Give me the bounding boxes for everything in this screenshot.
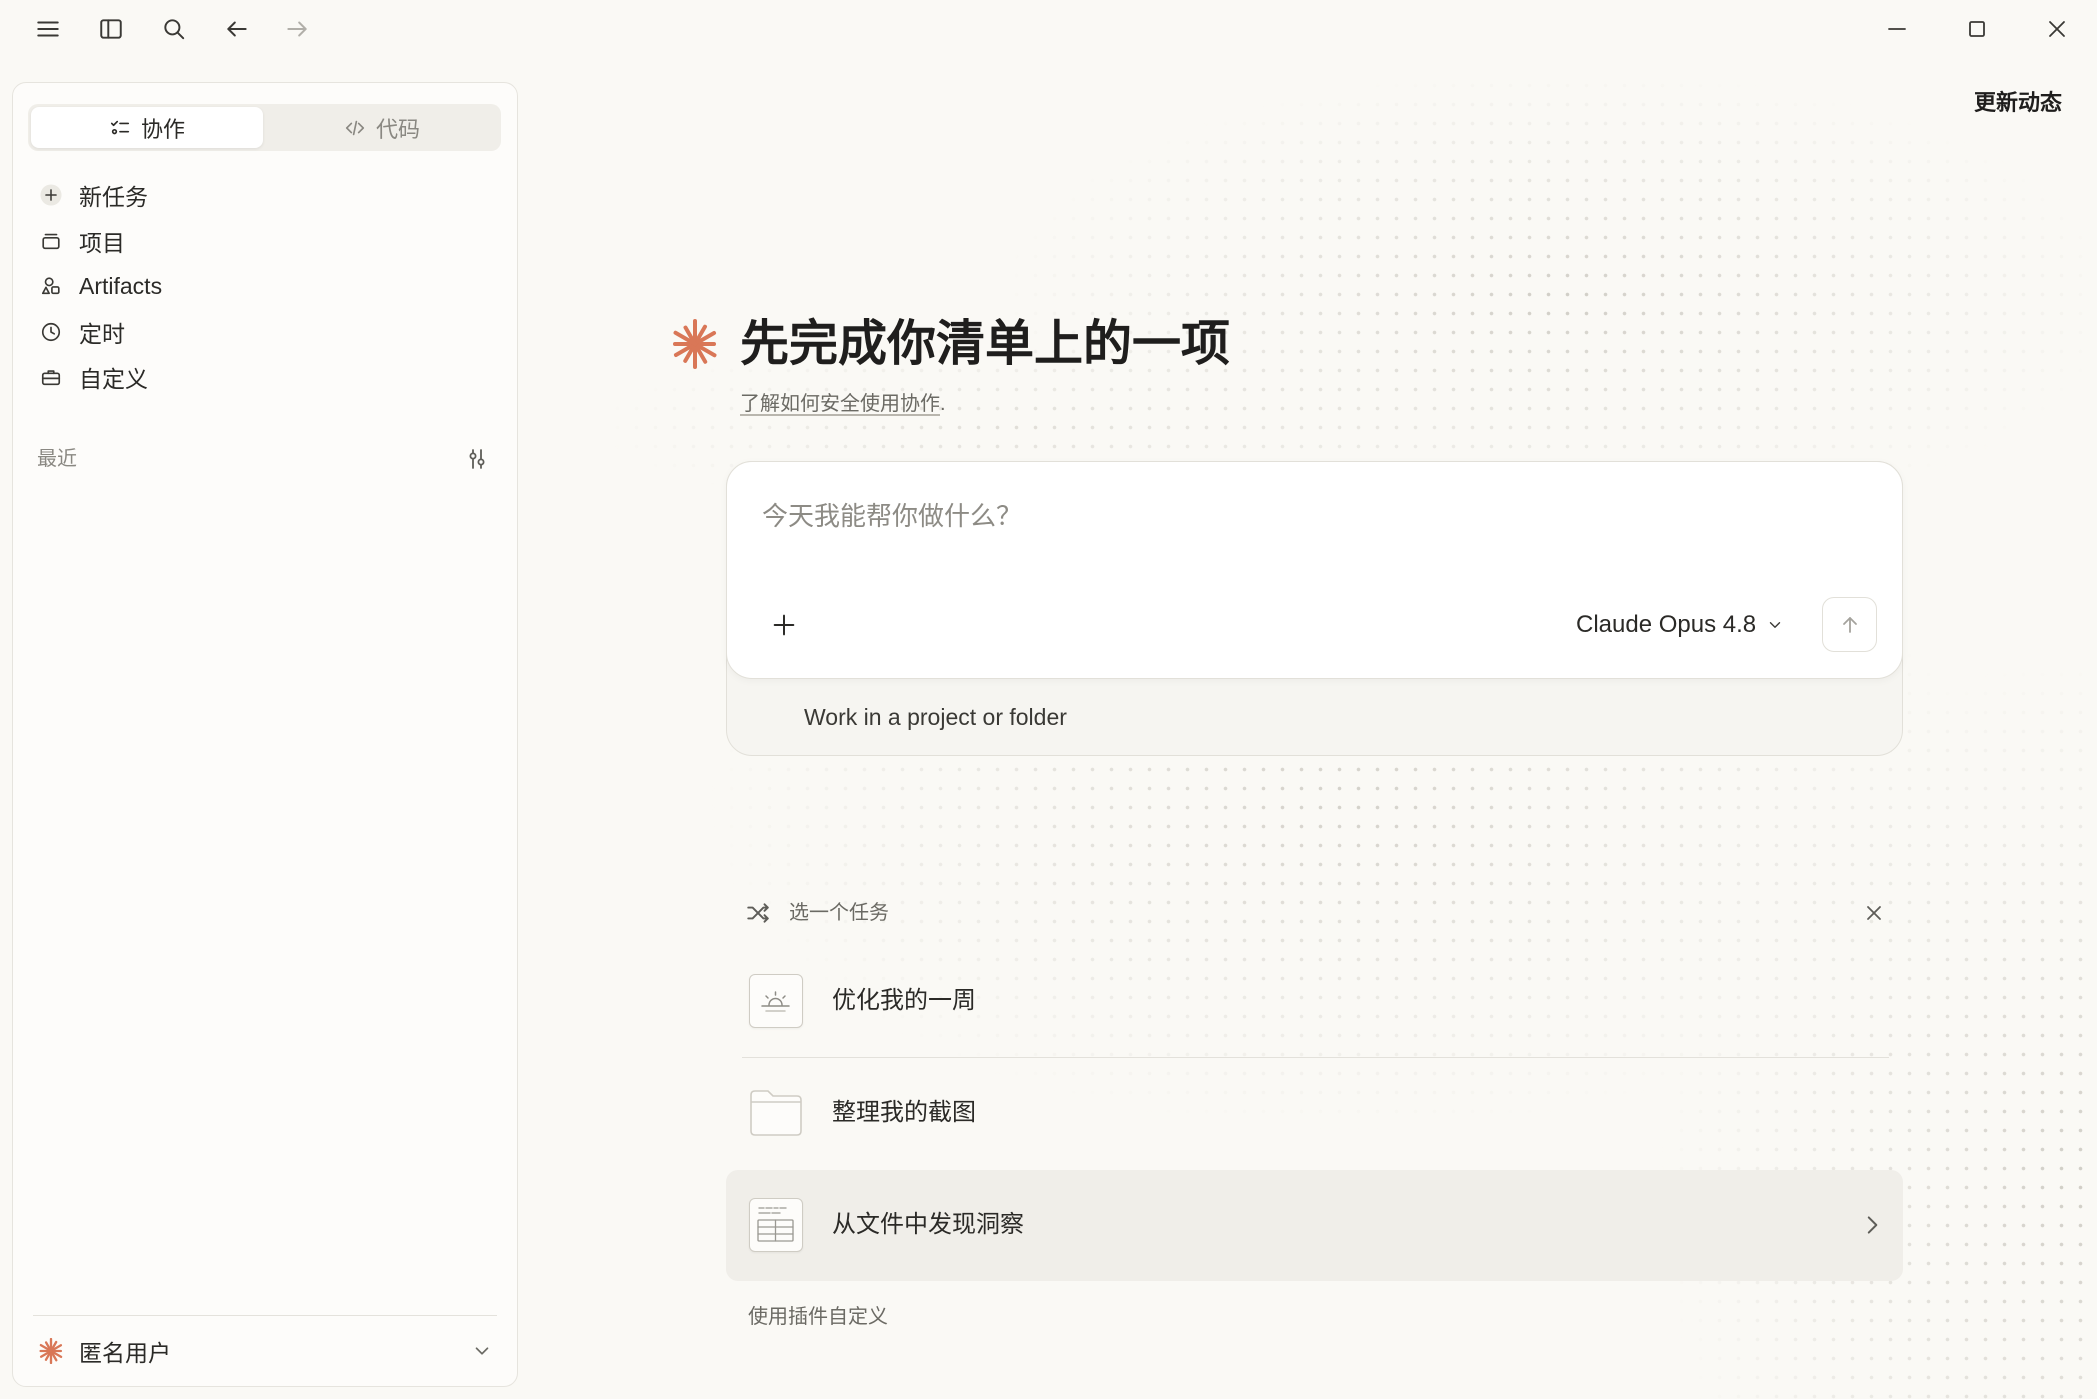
sidebar-item-projects[interactable]: 项目	[24, 219, 506, 263]
arrow-right-icon	[287, 21, 307, 37]
tab-code-label: 代码	[375, 116, 420, 142]
send-button[interactable]	[1822, 597, 1877, 652]
sidebar-item-label: 新任务	[79, 184, 148, 210]
minimize-button[interactable]	[1883, 15, 1911, 43]
plus-icon	[773, 614, 795, 636]
task-item-optimize-week[interactable]: 优化我的一周	[726, 946, 1903, 1057]
filter-sliders-icon[interactable]	[465, 447, 489, 471]
customize-with-plugins-link[interactable]: 使用插件自定义	[748, 1305, 888, 1329]
chevron-down-icon	[475, 1347, 489, 1355]
prompt-input[interactable]	[762, 499, 1862, 539]
spreadsheet-icon	[757, 1207, 794, 1242]
tab-cowork-label: 协作	[140, 116, 185, 142]
safety-note: 了解如何安全使用协作.	[740, 392, 946, 416]
project-tray-icon	[42, 233, 60, 250]
sidebar-item-label: 定时	[79, 321, 125, 347]
task-icon-frame	[749, 1198, 803, 1252]
user-menu[interactable]: 匿名用户	[24, 1329, 506, 1373]
close-icon	[2049, 21, 2065, 37]
sidebar-item-customize[interactable]: 自定义	[24, 355, 506, 399]
sidebar-item-label: 项目	[79, 230, 125, 256]
folder-icon	[750, 1090, 802, 1136]
sidebar-item-scheduled[interactable]: 定时	[24, 310, 506, 354]
sidebar-toggle-button[interactable]	[97, 15, 125, 43]
maximize-icon	[1969, 21, 1985, 37]
shapes-icon	[41, 277, 60, 295]
page-title: 先完成你清单上的一项	[740, 317, 1231, 371]
maximize-button[interactable]	[1963, 15, 1991, 43]
checklist-icon	[110, 120, 130, 134]
sidebar-toggle-icon	[100, 19, 122, 39]
composer: Claude Opus 4.8	[726, 461, 1903, 679]
task-icon-frame	[749, 974, 803, 1028]
task-item-organize-screenshots[interactable]: 整理我的截图	[726, 1058, 1903, 1169]
forward-button[interactable]	[283, 15, 311, 43]
learn-safety-link[interactable]: 了解如何安全使用协作	[740, 393, 940, 415]
code-icon	[345, 120, 365, 135]
sidebar-divider	[33, 1315, 497, 1316]
model-name: Claude Opus 4.8	[1576, 611, 1757, 638]
sidebar-item-artifacts[interactable]: Artifacts	[24, 264, 506, 308]
recent-heading: 最近	[37, 448, 77, 470]
task-label: 整理我的截图	[832, 1099, 976, 1126]
sunrise-calendar-icon	[761, 991, 790, 1012]
claude-star-icon	[673, 319, 717, 369]
search-button[interactable]	[160, 15, 188, 43]
arrow-up-icon	[1842, 616, 1857, 633]
hamburger-menu-icon	[37, 21, 59, 37]
close-window-button[interactable]	[2043, 15, 2071, 43]
tab-code[interactable]: 代码	[266, 107, 498, 148]
mode-switcher: 协作 代码	[28, 104, 501, 151]
clock-icon	[41, 322, 61, 342]
attach-button[interactable]	[764, 605, 804, 645]
search-icon	[164, 19, 185, 40]
user-name: 匿名用户	[79, 1340, 171, 1366]
plus-circle-icon	[40, 184, 62, 206]
model-selector[interactable]: Claude Opus 4.8	[1576, 609, 1784, 641]
tab-cowork[interactable]: 协作	[31, 107, 263, 148]
menu-button[interactable]	[34, 15, 62, 43]
close-icon[interactable]	[1862, 901, 1886, 925]
work-in-project-button[interactable]: Work in a project or folder	[804, 703, 1067, 731]
sidebar: 协作 代码 新任务 项目 Artifacts 定时 自定义 最近 匿名用户	[12, 82, 518, 1387]
app-window: 协作 代码 新任务 项目 Artifacts 定时 自定义 最近 匿名用户 更新…	[0, 0, 2097, 1399]
task-label: 从文件中发现洞察	[832, 1211, 1024, 1238]
briefcase-icon	[41, 370, 61, 386]
updates-link[interactable]: 更新动态	[1974, 89, 2062, 117]
minimize-icon	[1888, 28, 1906, 30]
task-label: 优化我的一周	[832, 987, 976, 1014]
shuffle-icon[interactable]	[745, 900, 771, 926]
task-item-file-insights[interactable]: 从文件中发现洞察	[726, 1170, 1903, 1281]
sidebar-item-new-task[interactable]: 新任务	[24, 173, 506, 217]
chevron-right-icon	[1867, 1216, 1878, 1234]
sidebar-item-label: Artifacts	[79, 272, 163, 299]
back-button[interactable]	[223, 15, 251, 43]
chevron-down-icon	[1769, 622, 1781, 628]
claude-star-icon	[39, 1338, 63, 1364]
pick-task-heading: 选一个任务	[789, 902, 889, 924]
sidebar-item-label: 自定义	[79, 366, 148, 392]
arrow-left-icon	[227, 21, 247, 37]
safety-note-suffix: .	[940, 393, 946, 415]
